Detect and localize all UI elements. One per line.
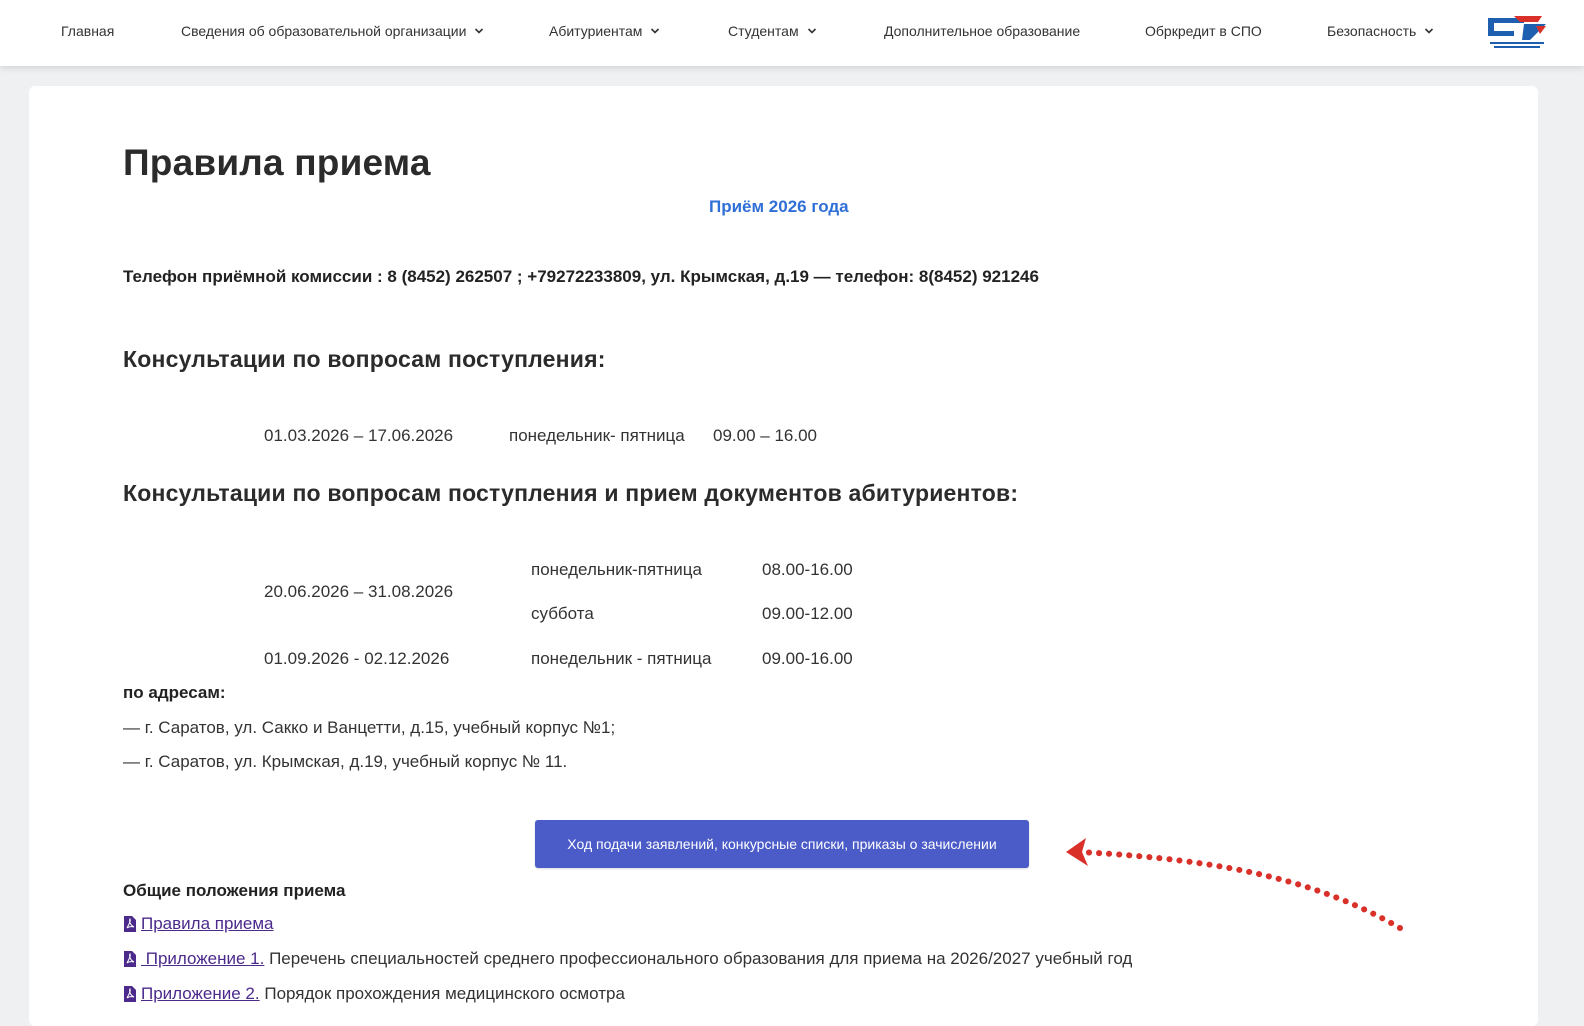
doc-link-rules[interactable]: Правила приема xyxy=(141,914,274,934)
schedule-period-2: 01.09.2026 - 02.12.2026 xyxy=(264,649,450,668)
top-navigation: Главная Сведения об образовательной орга… xyxy=(0,0,1584,66)
nav-credit-label: Обркредит в СПО xyxy=(1145,23,1262,39)
consultation-days: понедельник- пятница xyxy=(509,426,685,445)
university-logo[interactable] xyxy=(1484,12,1550,52)
consultation-dates: 01.03.2026 – 17.06.2026 xyxy=(264,426,454,445)
chevron-down-icon xyxy=(475,28,484,34)
nav-applicants-label: Абитуриентам xyxy=(549,23,643,39)
pdf-icon xyxy=(124,986,136,1002)
section-documents-title: Консультации по вопросам поступления и п… xyxy=(123,480,1019,506)
nav-applicants[interactable]: Абитуриентам xyxy=(549,23,660,39)
dotted-arrow-icon xyxy=(1066,838,1403,931)
doc-link-appendix-2[interactable]: Приложение 2. xyxy=(141,984,260,1004)
nav-security[interactable]: Безопасность xyxy=(1327,23,1434,39)
nav-extra-education[interactable]: Дополнительное образование xyxy=(884,23,1080,39)
addresses-label: по адресам: xyxy=(123,683,226,702)
chevron-down-icon xyxy=(651,28,660,34)
schedule-row3-days: понедельник - пятница xyxy=(531,649,712,668)
section-consultations-title: Консультации по вопросам поступления: xyxy=(123,346,606,372)
nav-extra-education-label: Дополнительное образование xyxy=(884,23,1081,39)
page-title: Правила приема xyxy=(123,142,431,183)
schedule-row3-hours: 09.00-16.00 xyxy=(762,649,853,668)
admission-year-subtitle: Приём 2026 года xyxy=(709,197,849,216)
doc-link-appendix-1[interactable]: Приложение 1. xyxy=(141,949,265,969)
nav-home[interactable]: Главная xyxy=(61,23,114,39)
application-progress-button-label: Ход подачи заявлений, конкурсные списки,… xyxy=(567,836,997,852)
doc-item-appendix-1: Приложение 1. Перечень специальностей ср… xyxy=(123,949,1132,969)
nav-org-info[interactable]: Сведения об образовательной организации xyxy=(181,23,484,39)
schedule-period-1: 20.06.2026 – 31.08.2026 xyxy=(264,582,454,601)
address-line-1: — г. Саратов, ул. Сакко и Ванцетти, д.15… xyxy=(123,718,616,737)
nav-security-label: Безопасность xyxy=(1327,23,1417,39)
doc-desc-appendix-1: Перечень специальностей среднего професс… xyxy=(264,949,1133,968)
schedule-row1-hours: 08.00-16.00 xyxy=(762,560,853,579)
nav-students-label: Студентам xyxy=(728,23,799,39)
address-line-2: — г. Саратов, ул. Крымская, д.19, учебны… xyxy=(123,752,568,771)
chevron-down-icon xyxy=(807,28,816,34)
schedule-row2-days: суббота xyxy=(531,604,594,623)
general-provisions-title: Общие положения приема xyxy=(123,881,346,900)
schedule-row1-days: понедельник-пятница xyxy=(531,560,702,579)
consultation-hours: 09.00 – 16.00 xyxy=(713,426,817,445)
schedule-row2-hours: 09.00-12.00 xyxy=(762,604,853,623)
admission-phone-line: Телефон приёмной комиссии : 8 (8452) 262… xyxy=(123,267,1039,286)
nav-org-info-label: Сведения об образовательной организации xyxy=(181,23,467,39)
nav-students[interactable]: Студентам xyxy=(728,23,817,39)
doc-desc-appendix-2: Порядок прохождения медицинского осмотра xyxy=(259,984,625,1003)
doc-item-rules: Правила приема xyxy=(123,914,274,934)
application-progress-button[interactable]: Ход подачи заявлений, конкурсные списки,… xyxy=(535,820,1029,868)
nav-credit[interactable]: Обркредит в СПО xyxy=(1145,23,1262,39)
pdf-icon xyxy=(124,951,136,967)
doc-item-appendix-2: Приложение 2. Порядок прохождения медици… xyxy=(123,984,625,1004)
nav-home-label: Главная xyxy=(61,23,115,39)
pdf-icon xyxy=(124,916,136,932)
chevron-down-icon xyxy=(1425,28,1434,34)
